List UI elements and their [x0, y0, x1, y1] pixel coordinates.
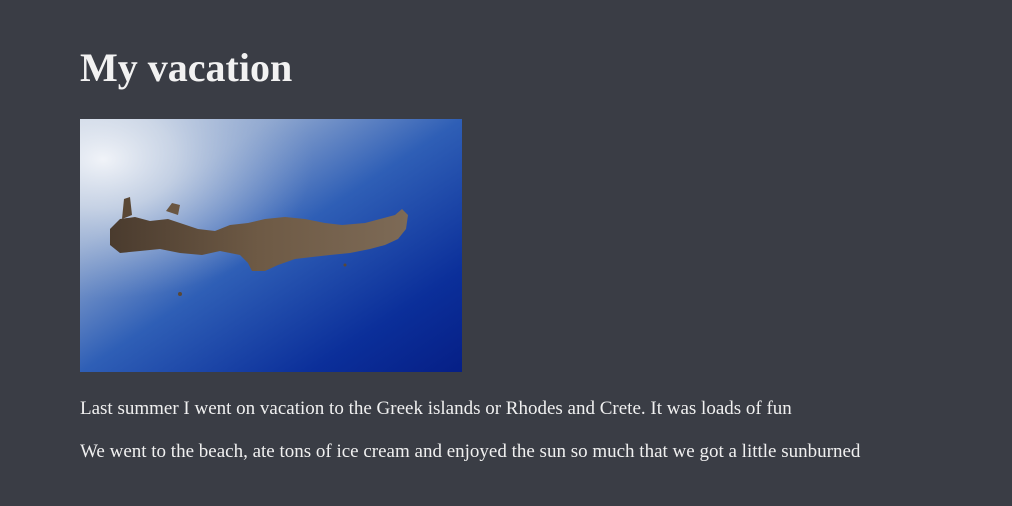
- paragraph-intro: Last summer I went on vacation to the Gr…: [80, 398, 792, 419]
- paragraph-details: We went to the beach, ate tons of ice cr…: [80, 441, 861, 462]
- island-satellite-photo: [80, 119, 462, 372]
- page-container: My vacation Last summer I went on vacati…: [0, 0, 1012, 506]
- page-title: My vacation: [80, 45, 293, 90]
